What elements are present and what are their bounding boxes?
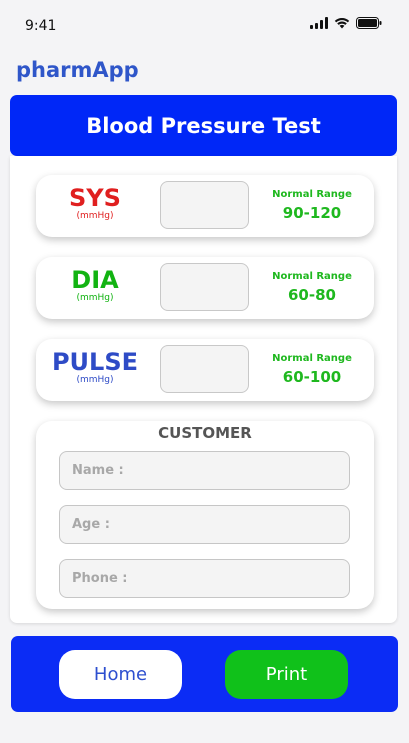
page-header: Blood Pressure Test bbox=[10, 95, 397, 156]
sys-row: SYS (mmHg) Normal Range 90-120 bbox=[36, 175, 374, 237]
sys-input[interactable] bbox=[160, 181, 249, 229]
pulse-input[interactable] bbox=[160, 345, 249, 393]
status-bar: 9:41 bbox=[0, 0, 409, 52]
customer-title: CUSTOMER bbox=[158, 424, 252, 442]
age-field[interactable] bbox=[59, 505, 350, 544]
dia-range: Normal Range 60-80 bbox=[264, 271, 360, 305]
pulse-row: PULSE (mmHg) Normal Range 60-100 bbox=[36, 339, 374, 401]
phone-field[interactable] bbox=[59, 559, 350, 598]
battery-icon bbox=[356, 17, 382, 29]
status-icons bbox=[310, 17, 382, 29]
pulse-range: Normal Range 60-100 bbox=[264, 353, 360, 387]
sys-unit: (mmHg) bbox=[76, 211, 114, 221]
wifi-icon bbox=[334, 18, 350, 29]
sys-name: SYS bbox=[69, 184, 121, 212]
dia-label: DIA (mmHg) bbox=[36, 257, 154, 304]
print-button[interactable]: Print bbox=[225, 650, 348, 699]
pulse-range-value: 60-100 bbox=[282, 368, 342, 386]
dia-name: DIA bbox=[71, 266, 119, 294]
bottom-action-bar: Home Print bbox=[11, 636, 398, 712]
pulse-name: PULSE bbox=[51, 348, 139, 376]
sys-range-title: Normal Range bbox=[272, 189, 352, 200]
pulse-unit: (mmHg) bbox=[76, 375, 114, 385]
pulse-label: PULSE (mmHg) bbox=[36, 339, 154, 386]
customer-card: CUSTOMER bbox=[36, 421, 374, 609]
sys-label: SYS (mmHg) bbox=[36, 175, 154, 222]
signal-icon bbox=[310, 17, 328, 29]
sys-range: Normal Range 90-120 bbox=[264, 189, 360, 223]
status-time: 9:41 bbox=[25, 18, 57, 34]
sys-range-value: 90-120 bbox=[282, 204, 342, 222]
dia-unit: (mmHg) bbox=[76, 293, 114, 303]
pulse-range-title: Normal Range bbox=[272, 353, 352, 364]
page-title: Blood Pressure Test bbox=[86, 113, 321, 138]
name-field[interactable] bbox=[59, 451, 350, 490]
app-title: pharmApp bbox=[16, 58, 139, 82]
dia-range-value: 60-80 bbox=[288, 286, 336, 304]
dia-row: DIA (mmHg) Normal Range 60-80 bbox=[36, 257, 374, 319]
home-button[interactable]: Home bbox=[59, 650, 182, 699]
dia-input[interactable] bbox=[160, 263, 249, 311]
dia-range-title: Normal Range bbox=[272, 271, 352, 282]
